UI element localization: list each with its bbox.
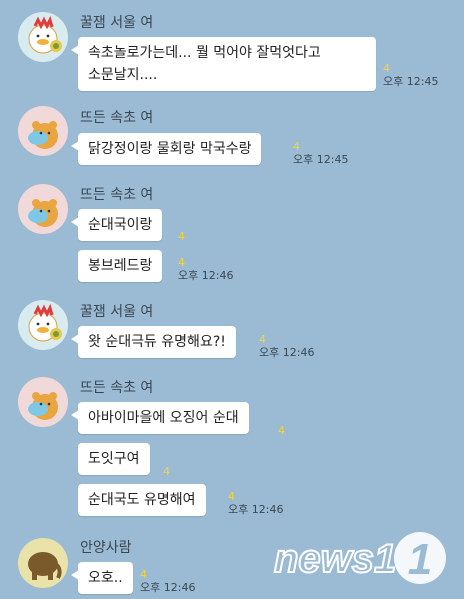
message-bubble[interactable]: 순대국이랑	[70, 209, 163, 241]
timestamp: 오후 12:46	[228, 503, 284, 516]
message-meta: 4	[278, 424, 285, 437]
unread-count: 4	[163, 465, 170, 478]
avatar[interactable]	[18, 184, 68, 234]
message-meta: 4 오후 12:46	[228, 490, 283, 516]
watermark-text: news1	[274, 537, 396, 581]
unread-count: 4	[178, 230, 185, 243]
chick-avatar-icon	[28, 303, 62, 342]
message-bubble[interactable]: 아바이마을에 오징어 순대	[71, 402, 249, 434]
message-meta: 4	[178, 230, 185, 243]
message-bubble[interactable]: 닭강정이랑 물회랑 막국수랑	[70, 133, 262, 165]
message-meta: 4 오후 12:46	[259, 333, 314, 359]
unread-count: 4	[178, 256, 185, 269]
bear-avatar-icon	[28, 392, 58, 420]
unread-count: 4	[259, 333, 266, 346]
unread-count: 4	[383, 62, 390, 75]
unread-count: 4	[293, 140, 300, 153]
sender-name: 뜨든 속초 여	[80, 380, 154, 396]
message-bubble[interactable]: 도잇구여	[78, 443, 150, 475]
sender-name: 안양사람	[80, 540, 132, 556]
message-meta: 4 오후 12:46	[178, 256, 233, 282]
message-bubble[interactable]: 속초놀로가는데... 뭘 먹어야 잘먹엇다고 소문날지....	[71, 37, 376, 91]
timestamp: 오후 12:45	[293, 153, 349, 166]
message-meta: 4	[163, 465, 170, 478]
avatar[interactable]	[18, 538, 68, 588]
message-meta: 4 오후 12:45	[383, 62, 438, 88]
message-bubble[interactable]: 왓 순대극듀 유명해요?!	[71, 326, 236, 358]
timestamp: 오후 12:45	[383, 75, 439, 88]
unread-count: 4	[228, 490, 235, 503]
message-meta: 4 오후 12:45	[293, 140, 348, 166]
avatar[interactable]	[18, 12, 68, 62]
bear-avatar-icon	[28, 121, 58, 149]
timestamp: 오후 12:46	[259, 346, 315, 359]
message-bubble[interactable]: 봉브레드랑	[78, 250, 163, 282]
unread-count: 4	[140, 568, 147, 581]
sender-name: 뜨든 속초 여	[80, 187, 154, 203]
avatar[interactable]	[18, 300, 68, 350]
avatar[interactable]	[18, 106, 68, 156]
message-bubble[interactable]: 순대국도 유명해여	[78, 484, 206, 516]
avatar[interactable]	[18, 377, 68, 427]
svg-text:1: 1	[408, 535, 432, 584]
sender-name: 뜨든 속초 여	[80, 110, 154, 126]
elephant-avatar-icon	[28, 552, 62, 580]
message-meta: 4 오후 12:46	[140, 568, 195, 594]
timestamp: 오후 12:46	[178, 269, 234, 282]
news1-watermark-logo: news1 1	[272, 528, 452, 586]
chick-avatar-icon	[28, 15, 62, 54]
message-bubble[interactable]: 오호..	[71, 562, 133, 594]
sender-name: 꿀잼 서울 여	[80, 15, 154, 31]
sender-name: 꿀잼 서울 여	[80, 304, 154, 320]
unread-count: 4	[278, 424, 285, 437]
timestamp: 오후 12:46	[140, 581, 196, 594]
bear-avatar-icon	[28, 199, 58, 227]
